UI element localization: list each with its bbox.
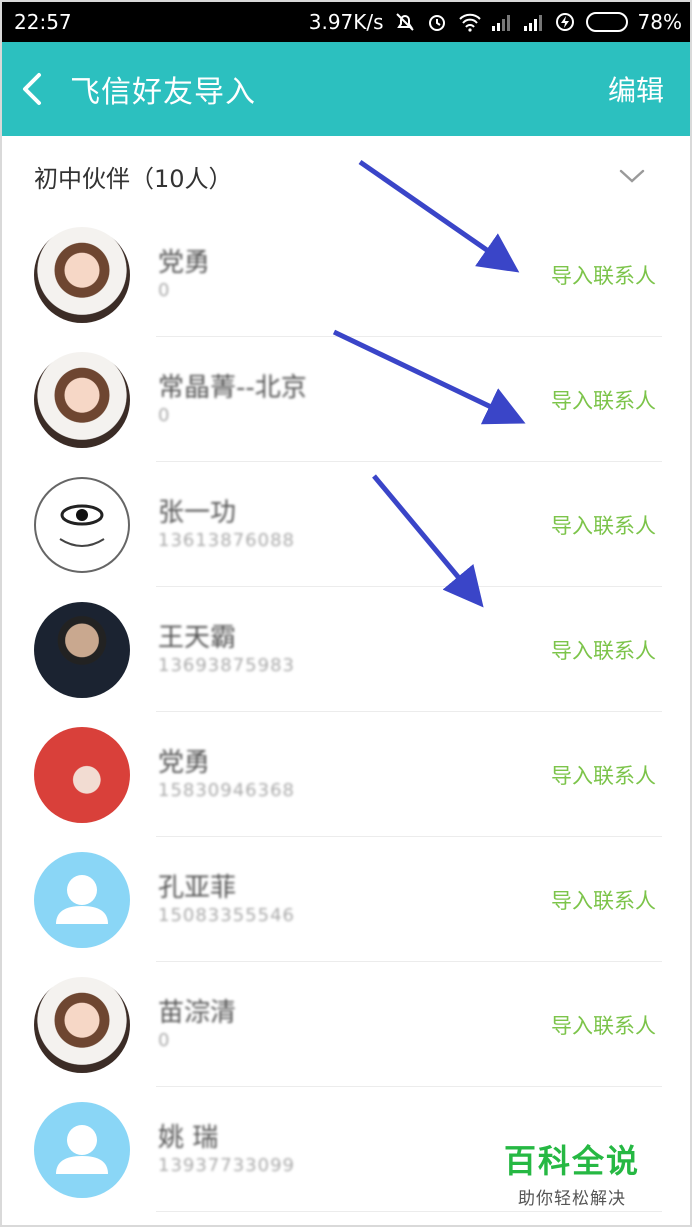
contact-phone: 13937733099 bbox=[158, 1155, 295, 1176]
contact-row[interactable]: 党勇 15830946368 导入联系人 bbox=[2, 712, 690, 837]
row-divider bbox=[156, 1211, 662, 1212]
contact-row[interactable]: 王天霸 13693875983 导入联系人 bbox=[2, 587, 690, 712]
contact-phone: 0 bbox=[158, 405, 171, 426]
avatar bbox=[34, 352, 130, 448]
avatar bbox=[34, 727, 130, 823]
contact-name: 孔亚菲 bbox=[158, 873, 237, 903]
mute-icon bbox=[394, 12, 416, 32]
import-contact-button[interactable]: 导入联系人 bbox=[551, 885, 656, 915]
contact-phone: 13613876088 bbox=[158, 530, 295, 551]
contact-row[interactable]: 常晶菁--北京 0 导入联系人 bbox=[2, 337, 690, 462]
battery-percent: 78% bbox=[637, 10, 682, 34]
import-contact-button[interactable]: 导入联系人 bbox=[551, 510, 656, 540]
avatar bbox=[34, 477, 130, 573]
page-title: 飞信好友导入 bbox=[70, 75, 256, 110]
charging-icon bbox=[554, 12, 576, 32]
contact-phone: 0 bbox=[158, 1030, 171, 1051]
signal-icon bbox=[490, 12, 512, 32]
status-time: 22:57 bbox=[14, 10, 72, 34]
group-label: 初中伙伴（10人） bbox=[34, 164, 233, 193]
contact-phone: 15830946368 bbox=[158, 780, 295, 801]
import-contact-button[interactable]: 导入联系人 bbox=[551, 1010, 656, 1040]
wifi-icon bbox=[458, 12, 481, 32]
contact-name: 党勇 bbox=[158, 248, 211, 278]
contact-row[interactable]: 党勇 0 导入联系人 bbox=[2, 212, 690, 337]
avatar bbox=[34, 227, 130, 323]
app-header: 飞信好友导入 编辑 bbox=[2, 42, 690, 136]
chevron-down-icon[interactable] bbox=[618, 162, 646, 190]
contact-row[interactable]: 苗淙清 0 导入联系人 bbox=[2, 962, 690, 1087]
contact-phone: 0 bbox=[158, 280, 171, 301]
alarm-icon bbox=[426, 12, 448, 32]
import-contact-button[interactable]: 导入联系人 bbox=[551, 260, 656, 290]
import-contact-button[interactable]: 导入联系人 bbox=[551, 760, 656, 790]
contact-name: 姚 瑞 bbox=[158, 1123, 219, 1153]
avatar bbox=[34, 602, 130, 698]
watermark-title: 百科全说 bbox=[503, 1142, 640, 1180]
contact-name: 张一功 bbox=[158, 498, 237, 528]
contact-list: 党勇 0 导入联系人 常晶菁--北京 0 导入联系人 张一功 13613876088 导入联系人… bbox=[2, 212, 690, 1212]
default-person-icon bbox=[34, 852, 130, 948]
contact-row[interactable]: 张一功 13613876088 导入联系人 bbox=[2, 462, 690, 587]
watermark-logo: 百科全说 助你轻松解决 bbox=[504, 1136, 640, 1209]
network-speed: 3.97K/s bbox=[308, 10, 384, 34]
contact-name: 王天霸 bbox=[158, 623, 237, 653]
watermark-subtitle: 助你轻松解决 bbox=[517, 1189, 626, 1209]
edit-button[interactable]: 编辑 bbox=[608, 69, 664, 109]
chevron-left-icon[interactable] bbox=[2, 42, 62, 136]
avatar bbox=[34, 977, 130, 1073]
import-contact-button[interactable]: 导入联系人 bbox=[551, 385, 656, 415]
signal-icon bbox=[522, 12, 544, 32]
contact-phone: 13693875983 bbox=[158, 655, 295, 676]
contact-name: 常晶菁--北京 bbox=[158, 373, 307, 403]
import-contact-button[interactable]: 导入联系人 bbox=[551, 635, 656, 665]
contact-name: 苗淙清 bbox=[158, 998, 237, 1028]
default-person-icon bbox=[34, 1102, 130, 1198]
phone-screen: 22:57 3.97K/s 78% 飞信好友导入 编辑 初中伙伴（10人） 党勇… bbox=[0, 0, 692, 1227]
status-icons: 3.97K/s 78% bbox=[309, 10, 682, 34]
contact-phone: 15083355546 bbox=[158, 905, 295, 926]
contact-row[interactable]: 孔亚菲 15083355546 导入联系人 bbox=[2, 837, 690, 962]
group-header[interactable]: 初中伙伴（10人） bbox=[2, 136, 690, 216]
battery-icon bbox=[585, 12, 628, 32]
status-bar: 22:57 3.97K/s 78% bbox=[2, 2, 690, 42]
contact-name: 党勇 bbox=[158, 748, 211, 778]
